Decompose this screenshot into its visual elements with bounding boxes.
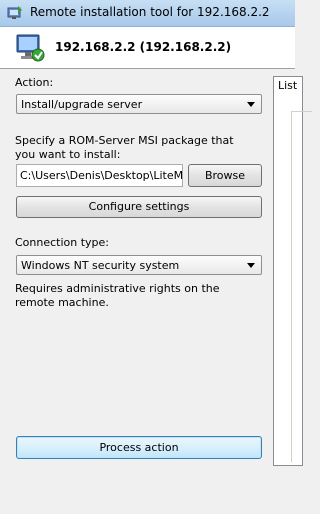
host-header: 192.168.2.2 (192.168.2.2) (0, 27, 295, 68)
action-select-value: Install/upgrade server (21, 98, 143, 111)
connection-type-label: Connection type: (15, 236, 110, 249)
msi-prompt: Specify a ROM-Server MSI package that yo… (15, 134, 234, 161)
chevron-down-icon (247, 102, 255, 107)
configure-settings-button[interactable]: Configure settings (16, 196, 262, 218)
window-title: Remote installation tool for 192.168.2.2 (30, 5, 270, 19)
connection-note: Requires administrative rights on the re… (15, 282, 220, 309)
host-title: 192.168.2.2 (192.168.2.2) (55, 40, 232, 54)
msi-path-field[interactable]: C:\Users\Denis\Desktop\LiteMana (16, 164, 183, 187)
list-panel[interactable]: List (273, 76, 312, 466)
tab-list[interactable]: List (278, 79, 297, 92)
process-action-button[interactable]: Process action (16, 436, 262, 459)
computer-install-icon (16, 34, 45, 62)
installer-icon (7, 6, 22, 19)
action-label: Action: (15, 76, 54, 89)
action-panel: Action: Install/upgrade server Specify a… (8, 72, 270, 514)
browse-button[interactable]: Browse (188, 164, 262, 187)
window-titlebar[interactable]: Remote installation tool for 192.168.2.2 (0, 0, 295, 27)
list-view[interactable] (291, 111, 312, 462)
chevron-down-icon (247, 263, 255, 268)
action-select[interactable]: Install/upgrade server (16, 94, 262, 114)
header-divider (0, 68, 295, 69)
connection-type-value: Windows NT security system (21, 259, 180, 272)
connection-type-select[interactable]: Windows NT security system (16, 255, 262, 275)
